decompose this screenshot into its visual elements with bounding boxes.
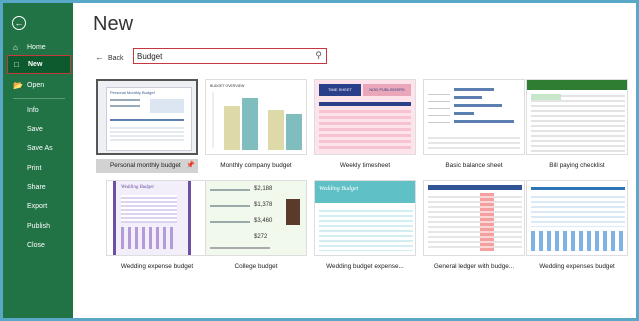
template-label: Wedding expense budget — [120, 263, 194, 270]
folder-open-icon: 📂 — [13, 81, 23, 90]
thumb-value: $3,460 — [254, 218, 273, 224]
pin-icon[interactable]: 📌 — [186, 159, 195, 173]
template-thumbnail — [423, 79, 525, 155]
new-document-icon: □ — [14, 60, 19, 69]
thumb-subheading: NOD PUBLISHERS — [363, 84, 411, 96]
sidebar-item-export[interactable]: Export — [27, 203, 47, 210]
back-label: Back — [108, 55, 124, 62]
sidebar-item-label: Home — [27, 44, 46, 51]
template-thumbnail: Personal Monthly Budget — [96, 79, 198, 155]
search-input[interactable] — [137, 50, 307, 62]
thumb-value: $272 — [254, 234, 268, 240]
template-thumbnail — [526, 180, 628, 256]
template-label: Wedding expenses budget — [539, 263, 615, 270]
template-thumbnail: Wedding Budget — [314, 180, 416, 256]
template-label: Basic balance sheet — [445, 162, 503, 169]
sidebar-item-info[interactable]: Info — [27, 107, 39, 114]
page-title: New — [93, 13, 134, 35]
thumb-heading: Personal Monthly Budget — [110, 90, 155, 95]
template-label: Wedding budget expense... — [326, 263, 404, 270]
sidebar-item-label: New — [28, 61, 43, 68]
sidebar-item-open[interactable]: 📂 Open — [3, 77, 73, 94]
back-arrow-circle-icon[interactable]: ← — [12, 16, 26, 30]
sidebar-item-share[interactable]: Share — [27, 184, 46, 191]
sidebar-item-print[interactable]: Print — [27, 165, 41, 172]
app-window: ← ⌂ Home □ New 📂 Open Info Save Save As … — [3, 3, 636, 318]
sidebar-item-home[interactable]: ⌂ Home — [3, 39, 73, 56]
sidebar-item-save[interactable]: Save — [27, 126, 43, 133]
thumb-heading: TIME SHEET — [319, 84, 361, 96]
template-label: College budget — [234, 263, 278, 270]
sidebar-divider — [13, 98, 65, 99]
back-link[interactable]: ← Back — [95, 52, 124, 62]
main-panel: New ← Back ⚲ Personal Monthly Budget Pers… — [73, 3, 636, 318]
template-thumbnail: TIME SHEET NOD PUBLISHERS — [314, 79, 416, 155]
sidebar-item-label: Open — [27, 82, 45, 89]
thumb-heading: Wedding Budget — [319, 186, 359, 192]
search-icon[interactable]: ⚲ — [315, 50, 322, 61]
back-arrow-icon: ← — [95, 52, 104, 62]
template-thumbnail: Wedding Budget — [106, 180, 208, 256]
template-thumbnail: $2,188 $1,378 $3,460 $272 — [205, 180, 307, 256]
thumb-value: $2,188 — [254, 186, 273, 192]
template-label: Bill paying checklist — [549, 162, 605, 169]
thumb-value: $1,378 — [254, 202, 273, 208]
template-thumbnail — [423, 180, 525, 256]
backstage-sidebar: ← ⌂ Home □ New 📂 Open Info Save Save As … — [3, 3, 73, 318]
search-box[interactable]: ⚲ — [133, 48, 327, 64]
template-thumbnail — [526, 79, 628, 155]
thumb-heading: BUDGET OVERVIEW — [210, 84, 245, 88]
sidebar-item-save-as[interactable]: Save As — [27, 145, 53, 152]
sidebar-item-new[interactable]: □ New — [7, 55, 71, 74]
sidebar-item-publish[interactable]: Publish — [27, 223, 50, 230]
template-label: Monthly company budget — [220, 162, 292, 169]
home-icon: ⌂ — [13, 43, 18, 52]
template-thumbnail: BUDGET OVERVIEW — [205, 79, 307, 155]
template-label: Personal monthly budget 📌 — [96, 159, 198, 173]
template-label: General ledger with budge... — [433, 263, 515, 270]
thumb-heading: Wedding Budget — [121, 185, 154, 190]
sidebar-item-close[interactable]: Close — [27, 242, 45, 249]
template-label: Weekly timesheet — [339, 162, 391, 169]
